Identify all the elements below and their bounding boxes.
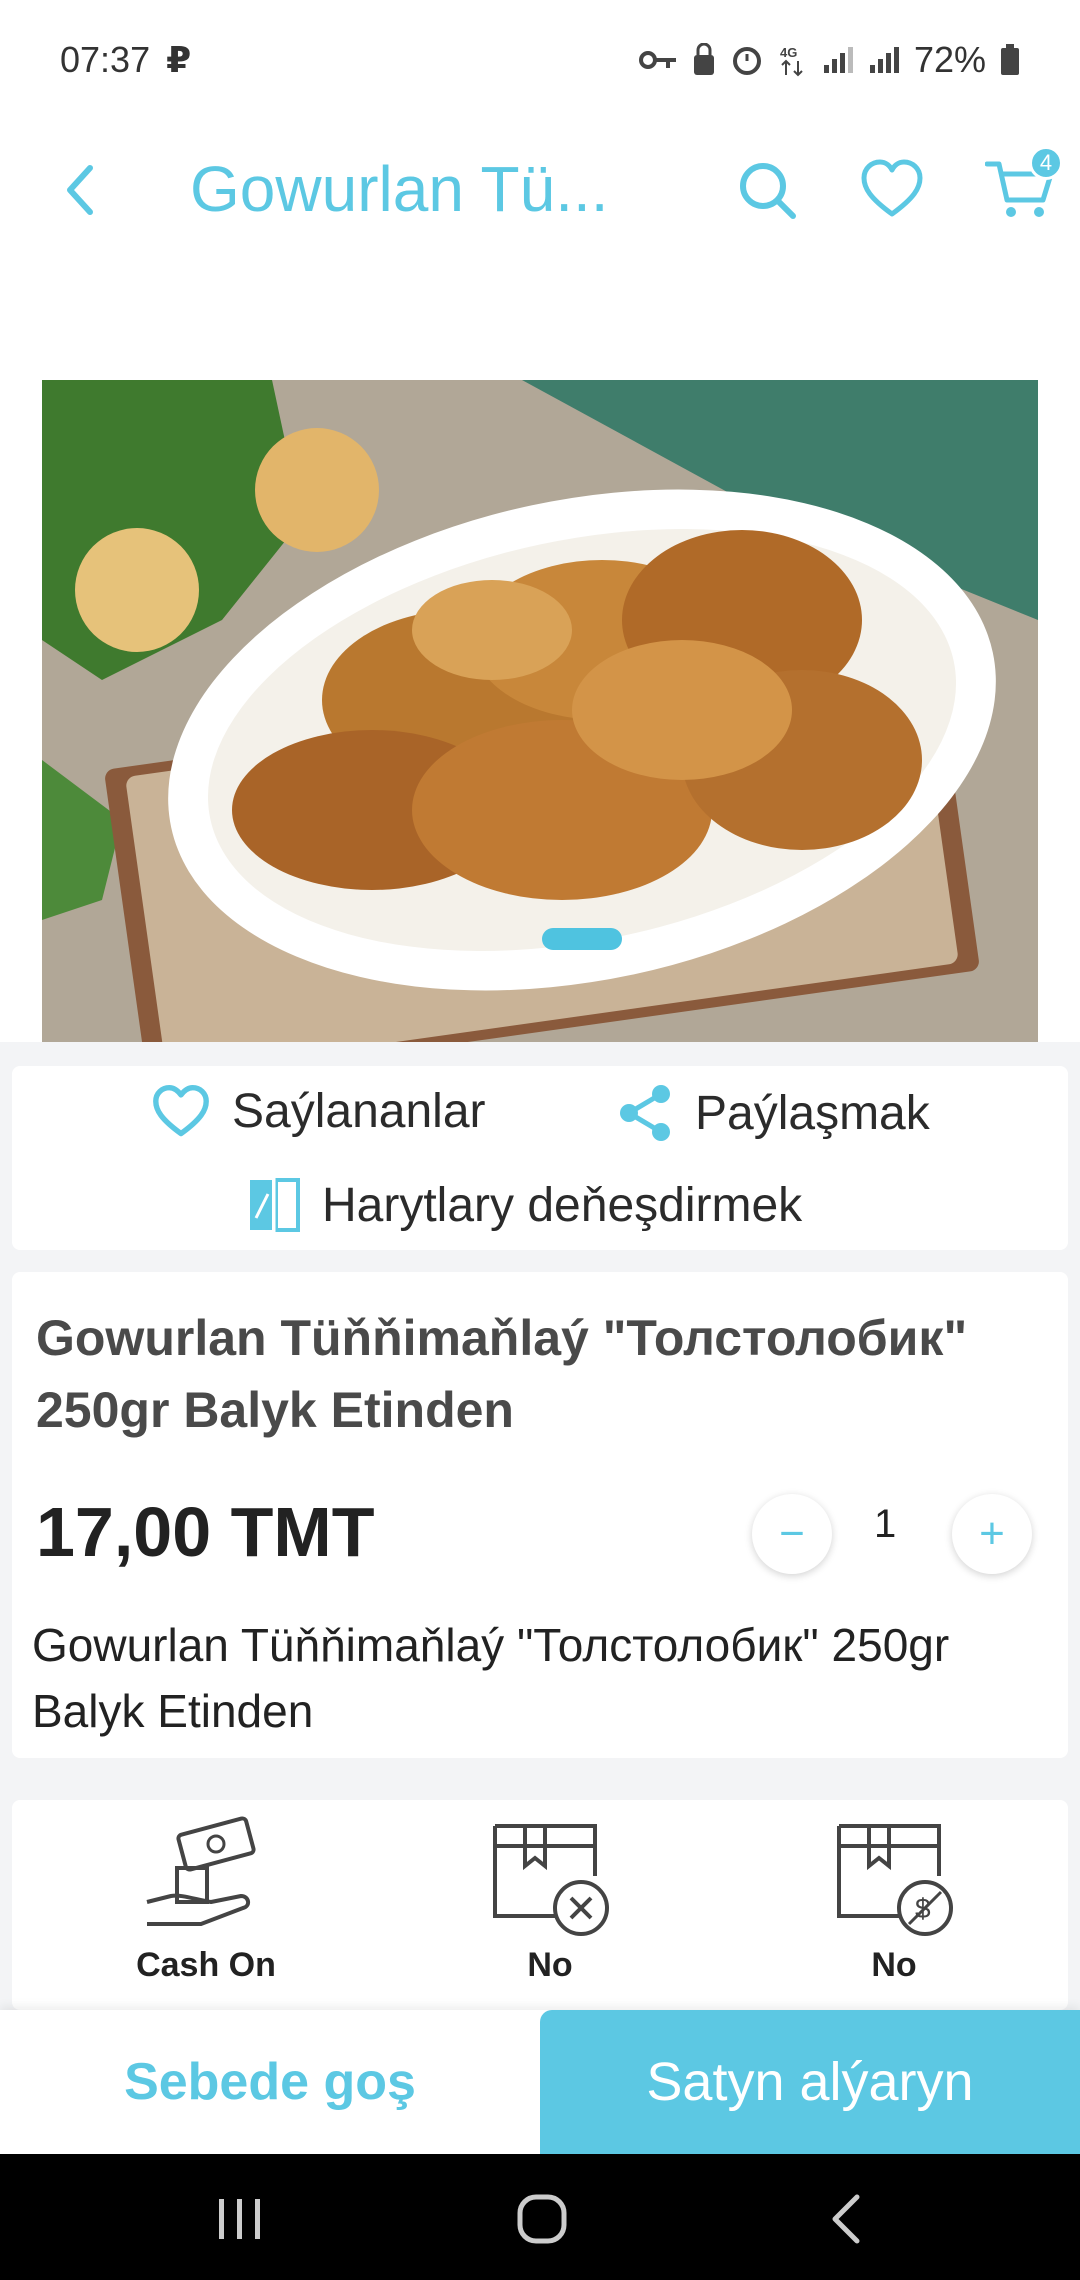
svg-text:4G: 4G	[780, 45, 797, 60]
signal-icon-2	[869, 47, 899, 73]
home-button[interactable]	[507, 2184, 577, 2254]
signal-icon	[823, 47, 853, 73]
quantity-decrease-button[interactable]: −	[752, 1494, 832, 1574]
actions-card: Saýlananlar Paýlaşmak Harytlary deňeşdir…	[12, 1066, 1068, 1250]
back-arrow-icon	[832, 2194, 860, 2244]
compare-icon	[250, 1174, 300, 1236]
share-label: Paýlaşmak	[695, 1086, 930, 1140]
no-refund-icon: $	[837, 1824, 953, 1936]
product-description: Gowurlan Tüňňimaňlaý "Толстолобик" 250gr…	[32, 1619, 950, 1737]
search-icon	[740, 163, 796, 219]
alarm-icon	[732, 47, 761, 75]
add-to-favorites-action[interactable]: Saýlananlar	[152, 1084, 486, 1139]
battery-icon	[1001, 44, 1019, 75]
compare-action[interactable]: Harytlary deňeşdirmek	[248, 1174, 802, 1236]
chevron-left-icon	[67, 165, 93, 215]
no-cancel-icon	[493, 1824, 609, 1936]
favorites-label: Saýlananlar	[232, 1085, 486, 1138]
app-bar: Gowurlan Tü... 4	[0, 120, 1080, 260]
share-icon	[620, 1085, 670, 1141]
cart-button[interactable]: 4	[984, 146, 1063, 222]
product-gallery[interactable]	[0, 380, 1080, 1042]
page-title: Gowurlan Tü...	[190, 153, 609, 225]
heart-icon	[861, 159, 923, 217]
recent-apps-button[interactable]	[205, 2184, 275, 2254]
status-bar: 07:37 ₽ 4G 72%	[0, 0, 1080, 120]
key-icon	[638, 51, 676, 69]
spacer	[0, 260, 1080, 380]
feature-label: Cash On	[136, 1946, 276, 1984]
back-button[interactable]	[50, 160, 110, 220]
feature-no-cancel: No	[420, 1816, 680, 1985]
buy-now-button[interactable]: Satyn alýaryn	[540, 2010, 1080, 2154]
feature-label: No	[871, 1946, 917, 1984]
feature-cash-on-delivery: Cash On	[76, 1816, 336, 1985]
lock-icon	[693, 43, 714, 75]
product-image	[42, 380, 1038, 1042]
network-4g-icon: 4G	[780, 45, 803, 77]
favorites-button[interactable]	[860, 158, 924, 222]
gallery-page-indicator	[542, 928, 622, 950]
bottom-action-bar: Sebede goş Satyn alýaryn	[0, 2010, 1080, 2154]
home-icon	[517, 2194, 567, 2244]
carrier-icon: ₽	[166, 39, 192, 80]
feature-no-refund: $ No	[764, 1816, 1024, 1985]
product-info-card: Gowurlan Tüňňimaňlaý "Толстолобик" 250gr…	[12, 1272, 1068, 1758]
cash-on-delivery-icon	[146, 1816, 256, 1926]
heart-icon	[153, 1084, 209, 1136]
search-button[interactable]	[735, 158, 799, 222]
recent-apps-icon	[219, 2199, 260, 2239]
system-navigation-bar	[0, 2154, 1080, 2280]
cart-count-badge: 4	[1029, 146, 1063, 180]
status-time: 07:37	[60, 39, 151, 80]
battery-percent: 72%	[913, 39, 986, 80]
system-back-button[interactable]	[810, 2184, 880, 2254]
product-price: 17,00 TMT	[36, 1493, 375, 1571]
share-action[interactable]: Paýlaşmak	[617, 1084, 930, 1142]
feature-label: No	[527, 1946, 573, 1984]
product-name: Gowurlan Tüňňimaňlaý "Толстолобик" 250gr…	[36, 1310, 968, 1438]
quantity-value: 1	[874, 1502, 897, 1546]
compare-label: Harytlary deňeşdirmek	[322, 1178, 803, 1232]
features-card: Cash On No $ No	[12, 1800, 1068, 2010]
quantity-increase-button[interactable]: +	[952, 1494, 1032, 1574]
add-to-cart-button[interactable]: Sebede goş	[0, 2010, 540, 2154]
